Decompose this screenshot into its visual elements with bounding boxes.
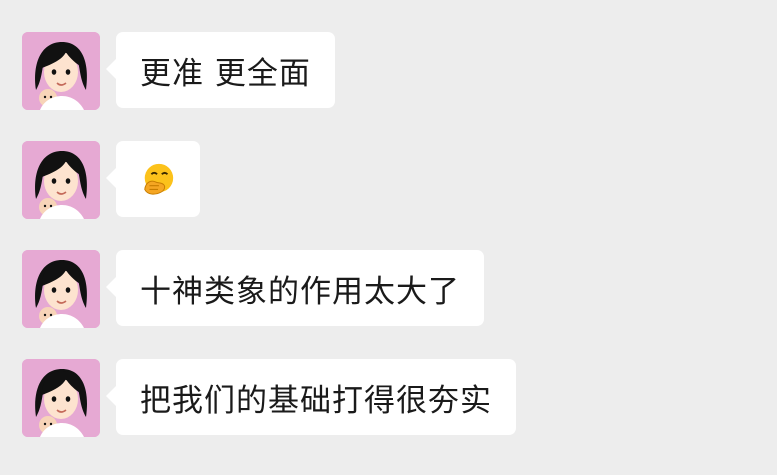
message-text: 把我们的基础打得很夯实 <box>140 382 492 419</box>
message-text: 更准 更全面 <box>140 55 311 92</box>
avatar-image <box>22 250 100 328</box>
message-bubble[interactable]: 把我们的基础打得很夯实 <box>106 359 516 435</box>
avatar[interactable] <box>22 141 100 219</box>
chat-message: 更准 更全面 <box>22 32 335 110</box>
message-bubble[interactable]: 十神类象的作用太大了 <box>106 250 484 326</box>
message-text: 十神类象的作用太大了 <box>140 273 460 310</box>
chat-message-list: 更准 更全面 十神类象的作用太大了 把我们的基础打得很夯实 <box>0 0 777 475</box>
avatar[interactable] <box>22 250 100 328</box>
chat-message: 把我们的基础打得很夯实 <box>22 359 516 437</box>
message-bubble[interactable]: 更准 更全面 <box>106 32 335 108</box>
avatar-image <box>22 32 100 110</box>
avatar[interactable] <box>22 32 100 110</box>
smiling-face-with-hand-over-mouth-emoji <box>144 163 174 195</box>
chat-message: 十神类象的作用太大了 <box>22 250 484 328</box>
avatar-image <box>22 359 100 437</box>
avatar[interactable] <box>22 359 100 437</box>
chat-message <box>22 141 200 219</box>
avatar-image <box>22 141 100 219</box>
message-bubble[interactable] <box>106 141 200 217</box>
